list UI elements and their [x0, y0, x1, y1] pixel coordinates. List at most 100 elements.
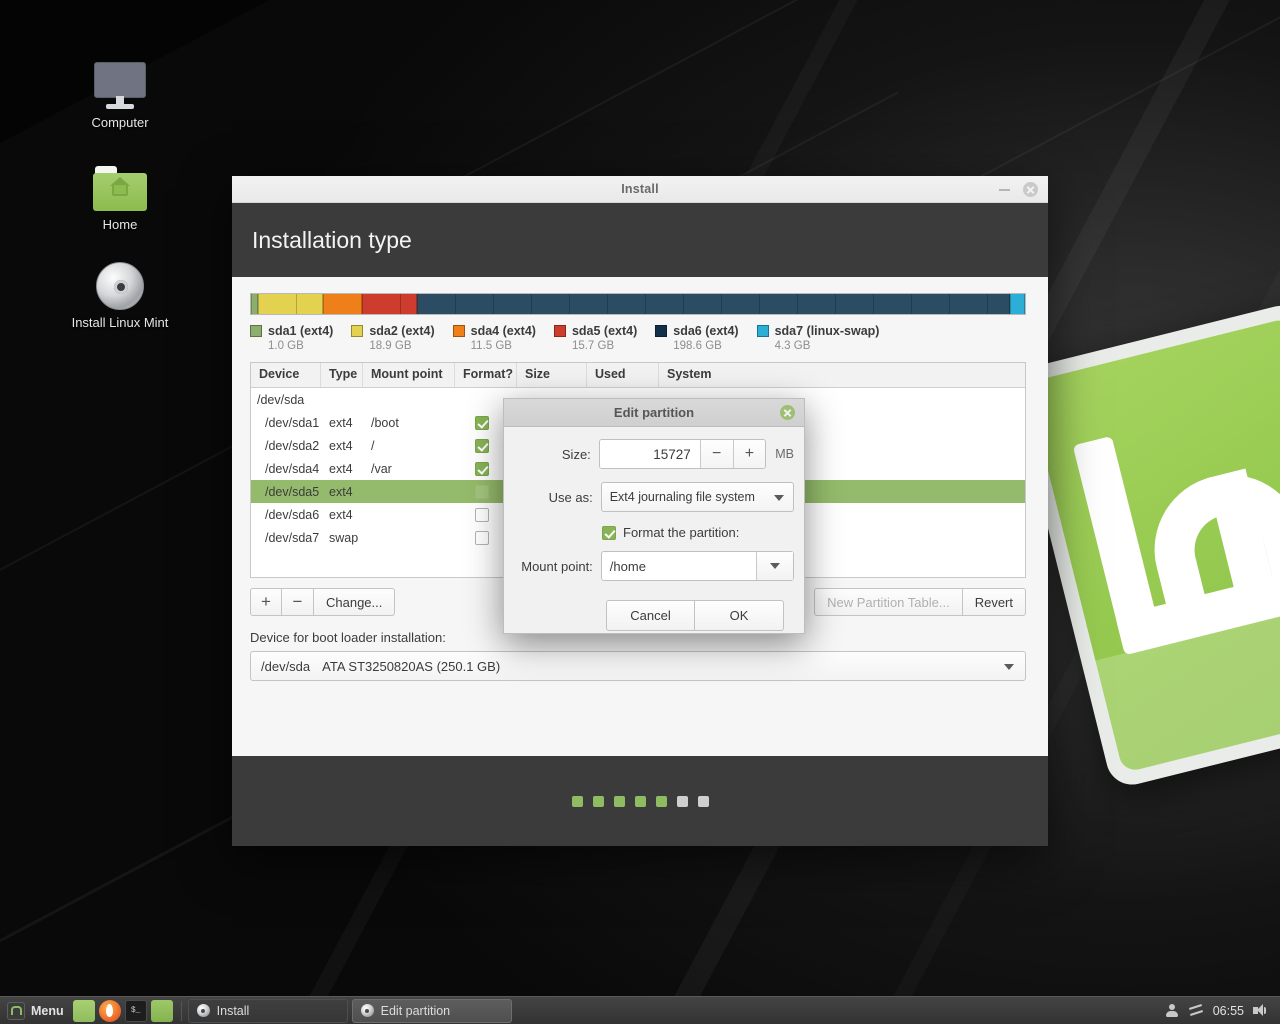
menu-button[interactable]: Menu	[4, 999, 71, 1023]
clock[interactable]: 06:55	[1213, 1004, 1244, 1018]
new-partition-table-button[interactable]: New Partition Table...	[814, 588, 963, 616]
volume-icon[interactable]	[1253, 1003, 1268, 1018]
cell-mount-point: /var	[371, 461, 392, 476]
desktop-icon-home[interactable]: Home	[45, 150, 195, 232]
terminal-icon[interactable]: $_	[124, 999, 147, 1022]
mint-logo-wallpaper	[1009, 300, 1280, 800]
user-icon[interactable]	[1165, 1003, 1180, 1018]
format-checkbox[interactable]	[475, 461, 489, 476]
task-list: Install Edit partition	[187, 998, 516, 1023]
legend-item: sda2 (ext4) 18.9 GB	[351, 324, 435, 352]
taskbar-window-button[interactable]: Edit partition	[351, 998, 512, 1023]
format-checkbox[interactable]	[475, 438, 489, 453]
desktop-icon-install-linux-mint[interactable]: Install Linux Mint	[45, 248, 195, 330]
cell-type: ext4	[329, 438, 353, 453]
segment-ticks	[416, 294, 1010, 314]
chevron-down-icon	[770, 563, 780, 569]
column-header-used[interactable]: Used	[587, 363, 659, 387]
progress-dot	[634, 795, 646, 807]
column-header-system[interactable]: System	[659, 363, 1025, 387]
mount-point-row: Mount point: /home	[510, 551, 794, 581]
mount-point-combo[interactable]: /home	[600, 551, 794, 581]
legend-size: 198.6 GB	[673, 340, 722, 352]
bootloader-description: ATA ST3250820AS (250.1 GB)	[322, 658, 501, 674]
column-header-device[interactable]: Device	[251, 363, 321, 387]
ok-button[interactable]: OK	[695, 600, 784, 631]
menu-label: Menu	[31, 1003, 64, 1018]
bootloader-device: /dev/sda	[261, 658, 311, 674]
files-icon[interactable]	[72, 999, 95, 1022]
minimize-icon[interactable]	[999, 188, 1010, 191]
format-checkbox[interactable]	[475, 415, 489, 430]
cell-mount-point: /boot	[371, 415, 399, 430]
close-icon[interactable]	[780, 405, 795, 420]
mint-logo-icon	[7, 1001, 25, 1020]
column-header-size[interactable]: Size	[517, 363, 587, 387]
cell-device: /dev/sda2	[265, 438, 320, 453]
add-partition-button[interactable]: +	[250, 588, 282, 616]
partition-segment-sda7	[1010, 294, 1025, 314]
use-as-label: Use as:	[548, 489, 593, 505]
bootloader-device-select[interactable]: /dev/sda ATA ST3250820AS (250.1 GB)	[250, 651, 1026, 681]
legend-label: sda7 (linux-swap)	[774, 324, 880, 338]
column-header-format[interactable]: Format?	[455, 363, 517, 387]
format-checkbox[interactable]	[475, 484, 489, 499]
home-folder-icon	[45, 150, 195, 212]
desktop-icon-computer[interactable]: Computer	[45, 48, 195, 130]
column-header-mount-point[interactable]: Mount point	[363, 363, 455, 387]
legend-item: sda6 (ext4) 198.6 GB	[655, 324, 739, 352]
size-input[interactable]	[599, 440, 700, 468]
cell-device: /dev/sda7	[265, 530, 320, 545]
legend-item: sda5 (ext4) 15.7 GB	[553, 324, 637, 352]
disc-icon	[196, 1004, 210, 1017]
network-icon[interactable]	[1188, 1003, 1204, 1018]
cell-type: swap	[329, 530, 359, 545]
taskbar-window-button[interactable]: Install	[187, 998, 348, 1023]
cell-device: /dev/sda6	[265, 507, 320, 522]
legend-item: sda4 (ext4) 11.5 GB	[452, 324, 536, 352]
cell-mount-point: /	[371, 438, 375, 453]
taskbar-window-label: Edit partition	[380, 1003, 451, 1018]
format-checkbox[interactable]	[475, 507, 489, 522]
size-decrement-button[interactable]: −	[699, 440, 733, 468]
desktop-icon-label: Computer	[91, 115, 149, 130]
partition-segment-sda2	[257, 294, 323, 314]
mount-point-value: /home	[609, 558, 646, 574]
column-header-type[interactable]: Type	[321, 363, 363, 387]
cd-disc-icon	[45, 248, 195, 310]
format-partition-row[interactable]: Format the partition:	[602, 525, 794, 540]
firefox-icon[interactable]	[98, 999, 121, 1022]
format-checkbox[interactable]	[475, 530, 489, 545]
partition-table-header: Device Type Mount point Format? Size Used Syst…	[251, 363, 1025, 388]
remove-partition-button[interactable]: −	[282, 588, 314, 616]
cancel-button[interactable]: Cancel	[606, 600, 695, 631]
legend-swatch	[655, 325, 668, 337]
dialog-titlebar[interactable]: Edit partition	[504, 399, 804, 427]
dialog-body: Size: − + MB Use as: Ext4 journaling fil…	[504, 427, 804, 631]
mount-point-dropdown-button[interactable]	[756, 552, 793, 580]
progress-dot	[655, 795, 667, 807]
use-as-value: Ext4 journaling file system	[609, 490, 755, 504]
revert-button[interactable]: Revert	[962, 588, 1026, 616]
change-partition-button[interactable]: Change...	[314, 588, 396, 616]
size-stepper[interactable]: − +	[598, 439, 767, 469]
use-as-select[interactable]: Ext4 journaling file system	[600, 482, 794, 512]
size-increment-button[interactable]: +	[732, 440, 766, 468]
folder-icon[interactable]	[150, 999, 173, 1022]
legend-label: sda2 (ext4)	[369, 324, 435, 338]
format-partition-checkbox[interactable]	[602, 525, 616, 540]
cell-type: ext4	[329, 415, 353, 430]
close-icon[interactable]	[1023, 182, 1038, 197]
segment-ticks	[1010, 294, 1024, 314]
format-partition-label: Format the partition:	[623, 525, 740, 540]
window-titlebar[interactable]: Install	[232, 176, 1048, 203]
legend-size: 18.9 GB	[369, 340, 412, 352]
cell-device: /dev/sda	[257, 392, 305, 407]
partition-segment-sda1	[251, 294, 258, 314]
cell-device: /dev/sda1	[265, 415, 320, 430]
legend-swatch	[250, 325, 262, 337]
page-header: Installation type	[232, 203, 1048, 277]
progress-dot	[571, 795, 583, 807]
legend-item: sda1 (ext4) 1.0 GB	[250, 324, 333, 352]
window-title: Install	[621, 182, 659, 196]
